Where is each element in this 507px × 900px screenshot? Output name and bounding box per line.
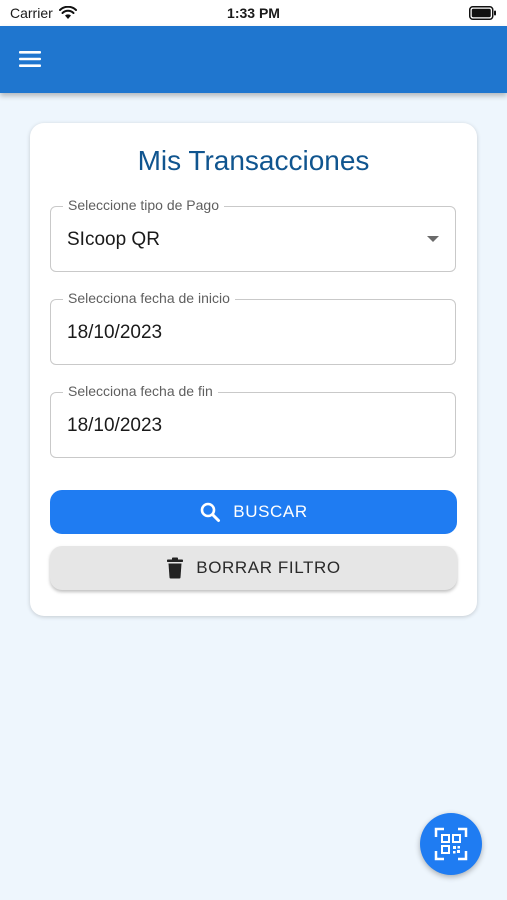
status-time: 1:33 PM [227, 5, 280, 21]
clear-filter-button-label: BORRAR FILTRO [196, 558, 341, 577]
qr-scan-button[interactable] [420, 813, 482, 875]
search-button-label: BUSCAR [233, 502, 308, 521]
page-title: Mis Transacciones [137, 145, 370, 176]
transactions-card: Mis Transacciones Seleccione tipo de Pag… [30, 123, 477, 616]
status-bar: Carrier 1:33 PM [0, 0, 507, 26]
hamburger-menu-icon [19, 51, 41, 67]
battery-icon [469, 6, 497, 23]
caret-down-icon [427, 236, 439, 242]
end-date-value: 18/10/2023 [67, 415, 163, 436]
clear-filter-button[interactable]: BORRAR FILTRO [50, 546, 457, 590]
qr-scan-icon [434, 827, 468, 861]
start-date-field[interactable]: Selecciona fecha de inicio 18/10/2023 [50, 290, 456, 365]
menu-button[interactable] [16, 47, 44, 71]
start-date-value: 18/10/2023 [67, 322, 163, 343]
end-date-label: Selecciona fecha de fin [63, 383, 218, 399]
trash-icon [167, 557, 184, 579]
app-bar [0, 26, 507, 93]
start-date-label: Selecciona fecha de inicio [63, 290, 235, 306]
search-icon [200, 502, 221, 522]
payment-type-label: Seleccione tipo de Pago [63, 197, 224, 213]
search-button[interactable]: BUSCAR [50, 490, 457, 534]
payment-type-select[interactable]: Seleccione tipo de Pago SIcoop QR [50, 197, 456, 272]
end-date-field[interactable]: Selecciona fecha de fin 18/10/2023 [50, 383, 456, 458]
payment-type-value: SIcoop QR [67, 229, 160, 250]
